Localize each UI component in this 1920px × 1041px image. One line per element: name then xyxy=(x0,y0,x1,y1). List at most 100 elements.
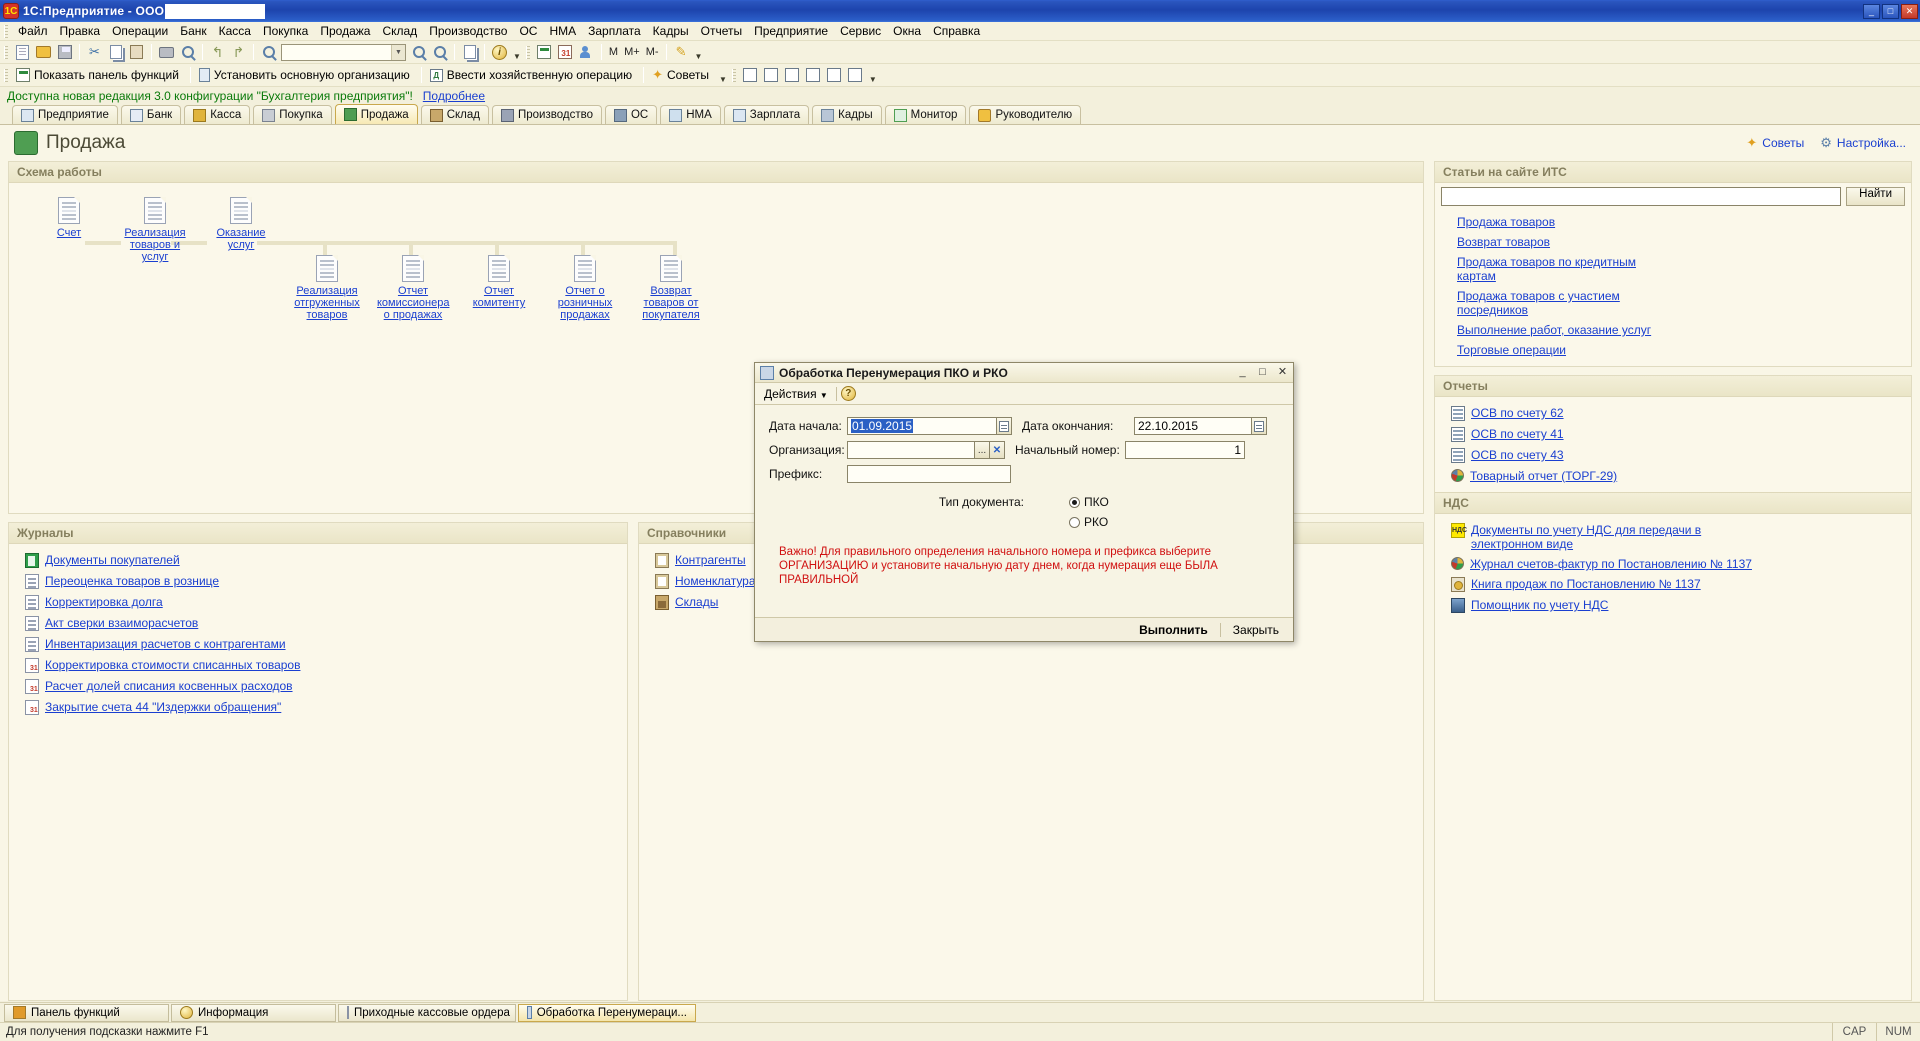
tab-hr[interactable]: Кадры xyxy=(812,105,881,124)
date-end-input[interactable]: 22.10.2015 xyxy=(1134,417,1252,435)
memory-recall-button[interactable]: M xyxy=(606,46,621,58)
menu-item-operations[interactable]: Операции xyxy=(106,22,174,40)
workflow-node[interactable]: Оказание услуг xyxy=(205,197,277,251)
its-search-button[interactable]: Найти xyxy=(1846,187,1905,206)
menu-item-service[interactable]: Сервис xyxy=(834,22,887,40)
list-item[interactable]: Продажа товаров с участием посредников xyxy=(1443,286,1903,320)
copy-button[interactable] xyxy=(105,42,126,63)
nds-link[interactable]: Книга продаж по Постановлению № 1137 xyxy=(1471,577,1701,591)
workflow-node-label[interactable]: Отчет о розничных продажах xyxy=(549,285,621,321)
workflow-node[interactable]: Реализация отгруженных товаров xyxy=(291,255,363,321)
journals-link[interactable]: Инвентаризация расчетов с контрагентами xyxy=(45,637,286,651)
tab-fixed-assets[interactable]: ОС xyxy=(605,105,657,124)
report-balance-button[interactable] xyxy=(761,65,782,86)
workflow-node[interactable]: Отчет о розничных продажах xyxy=(549,255,621,321)
find-button[interactable] xyxy=(258,42,279,63)
print-button[interactable] xyxy=(156,42,177,63)
workflow-node[interactable]: Счет xyxy=(33,197,105,239)
its-link[interactable]: Выполнение работ, оказание услуг xyxy=(1457,323,1651,337)
tab-production[interactable]: Производство xyxy=(492,105,602,124)
workflow-node-label[interactable]: Отчет комитенту xyxy=(463,285,535,309)
journals-link[interactable]: Акт сверки взаиморасчетов xyxy=(45,616,198,630)
menu-item-cash[interactable]: Касса xyxy=(213,22,257,40)
organization-input[interactable] xyxy=(847,441,975,459)
tab-warehouse[interactable]: Склад xyxy=(421,105,489,124)
list-item[interactable]: Возврат товаров xyxy=(1443,232,1903,252)
tab-director[interactable]: Руководителю xyxy=(969,105,1081,124)
calculator-button[interactable] xyxy=(534,42,555,63)
list-item[interactable]: Помощник по учету НДС xyxy=(1443,595,1903,616)
doc-type-pko-radio[interactable] xyxy=(1069,497,1080,508)
journals-link[interactable]: Закрытие счета 44 "Издержки обращения" xyxy=(45,700,281,714)
save-button[interactable] xyxy=(54,42,75,63)
menu-item-purchase[interactable]: Покупка xyxy=(257,22,314,40)
paste-button[interactable] xyxy=(126,42,147,63)
search-combo[interactable]: ▼ xyxy=(281,44,406,61)
workflow-node[interactable]: Реализация товаров и услуг xyxy=(119,197,191,263)
nds-link[interactable]: Помощник по учету НДС xyxy=(1471,598,1608,612)
its-search-input[interactable] xyxy=(1441,187,1841,206)
tab-monitor[interactable]: Монитор xyxy=(885,105,967,124)
report-chart-button[interactable] xyxy=(845,65,866,86)
dialog-help-button[interactable]: ? xyxy=(841,386,856,401)
highlight-dropdown-caret-icon[interactable]: ▼ xyxy=(692,52,706,61)
menu-item-bank[interactable]: Банк xyxy=(174,22,212,40)
page-settings-link[interactable]: ⚙ Настройка... xyxy=(1820,135,1906,151)
workflow-node[interactable]: Отчет комитенту xyxy=(463,255,535,309)
report-analysis-button[interactable] xyxy=(824,65,845,86)
menubar-grip-handle[interactable] xyxy=(4,25,8,38)
windows-cascade-button[interactable] xyxy=(459,42,480,63)
page-advice-link[interactable]: ✦ Советы xyxy=(1746,135,1804,151)
tab-cash[interactable]: Касса xyxy=(184,105,250,124)
undo-button[interactable]: ↰ xyxy=(207,42,228,63)
journals-link[interactable]: Переоценка товаров в рознице xyxy=(45,574,219,588)
tab-enterprise[interactable]: Предприятие xyxy=(12,105,118,124)
dialog-actions-menu[interactable]: Действия ▼ xyxy=(760,386,832,402)
list-item[interactable]: Инвентаризация расчетов с контрагентами xyxy=(17,634,619,655)
organization-select-button[interactable]: ... xyxy=(975,441,990,459)
toolbar2-grip-handle-2[interactable] xyxy=(732,69,736,82)
highlight-button[interactable]: ✎ xyxy=(671,42,692,63)
list-item[interactable]: Торговые операции xyxy=(1443,340,1903,360)
dialog-titlebar[interactable]: Обработка Перенумерация ПКО и РКО _ □ ✕ xyxy=(755,363,1293,383)
workflow-node-label[interactable]: Счет xyxy=(33,227,105,239)
reports-link[interactable]: ОСВ по счету 41 xyxy=(1471,427,1564,441)
tab-sale[interactable]: Продажа xyxy=(335,104,418,124)
list-item[interactable]: Продажа товаров xyxy=(1443,212,1903,232)
dialog-minimize-button[interactable]: _ xyxy=(1235,366,1250,380)
its-link[interactable]: Продажа товаров по кредитным картам xyxy=(1457,255,1637,283)
list-item[interactable]: ОСВ по счету 41 xyxy=(1443,424,1903,445)
menu-item-intangible-assets[interactable]: НМА xyxy=(543,22,582,40)
its-link[interactable]: Продажа товаров xyxy=(1457,215,1555,229)
cut-button[interactable]: ✂ xyxy=(84,42,105,63)
taskbar-item-renumbering[interactable]: Обработка Перенумераци... xyxy=(518,1004,696,1022)
about-button[interactable]: i xyxy=(489,42,510,63)
nds-link[interactable]: Журнал счетов-фактур по Постановлению № … xyxy=(1470,557,1752,571)
list-item[interactable]: Книга продаж по Постановлению № 1137 xyxy=(1443,574,1903,595)
catalogs-link[interactable]: Номенклатура xyxy=(675,574,756,588)
journals-link[interactable]: Документы покупателей xyxy=(45,553,180,567)
advice-button[interactable]: ✦ Советы xyxy=(648,65,716,85)
chevron-down-icon[interactable]: ▼ xyxy=(391,45,405,60)
workflow-node-label[interactable]: Возврат товаров от покупателя xyxy=(635,285,707,321)
update-notice-link[interactable]: Подробнее xyxy=(423,89,485,103)
list-item[interactable]: Выполнение работ, оказание услуг xyxy=(1443,320,1903,340)
calendar-button[interactable] xyxy=(555,42,576,63)
list-item[interactable]: Корректировка долга xyxy=(17,592,619,613)
list-item[interactable]: Корректировка стоимости списанных товаро… xyxy=(17,655,619,676)
workflow-node-label[interactable]: Реализация товаров и услуг xyxy=(119,227,191,263)
memory-add-button[interactable]: M+ xyxy=(621,46,643,58)
tab-intangible-assets[interactable]: НМА xyxy=(660,105,721,124)
show-functions-panel-button[interactable]: Показать панель функций xyxy=(12,65,186,85)
journals-link[interactable]: Расчет долей списания косвенных расходов xyxy=(45,679,293,693)
list-item[interactable]: Акт сверки взаиморасчетов xyxy=(17,613,619,634)
tab-purchase[interactable]: Покупка xyxy=(253,105,331,124)
journals-link[interactable]: Корректировка стоимости списанных товаро… xyxy=(45,658,300,672)
prefix-input[interactable] xyxy=(847,465,1011,483)
date-start-calendar-button[interactable] xyxy=(997,417,1012,435)
its-link[interactable]: Возврат товаров xyxy=(1457,235,1550,249)
dialog-close-button[interactable]: ✕ xyxy=(1275,366,1290,380)
list-item[interactable]: Журнал счетов-фактур по Постановлению № … xyxy=(1443,554,1903,574)
tab-salary[interactable]: Зарплата xyxy=(724,105,809,124)
list-item[interactable]: Продажа товаров по кредитным картам xyxy=(1443,252,1903,286)
